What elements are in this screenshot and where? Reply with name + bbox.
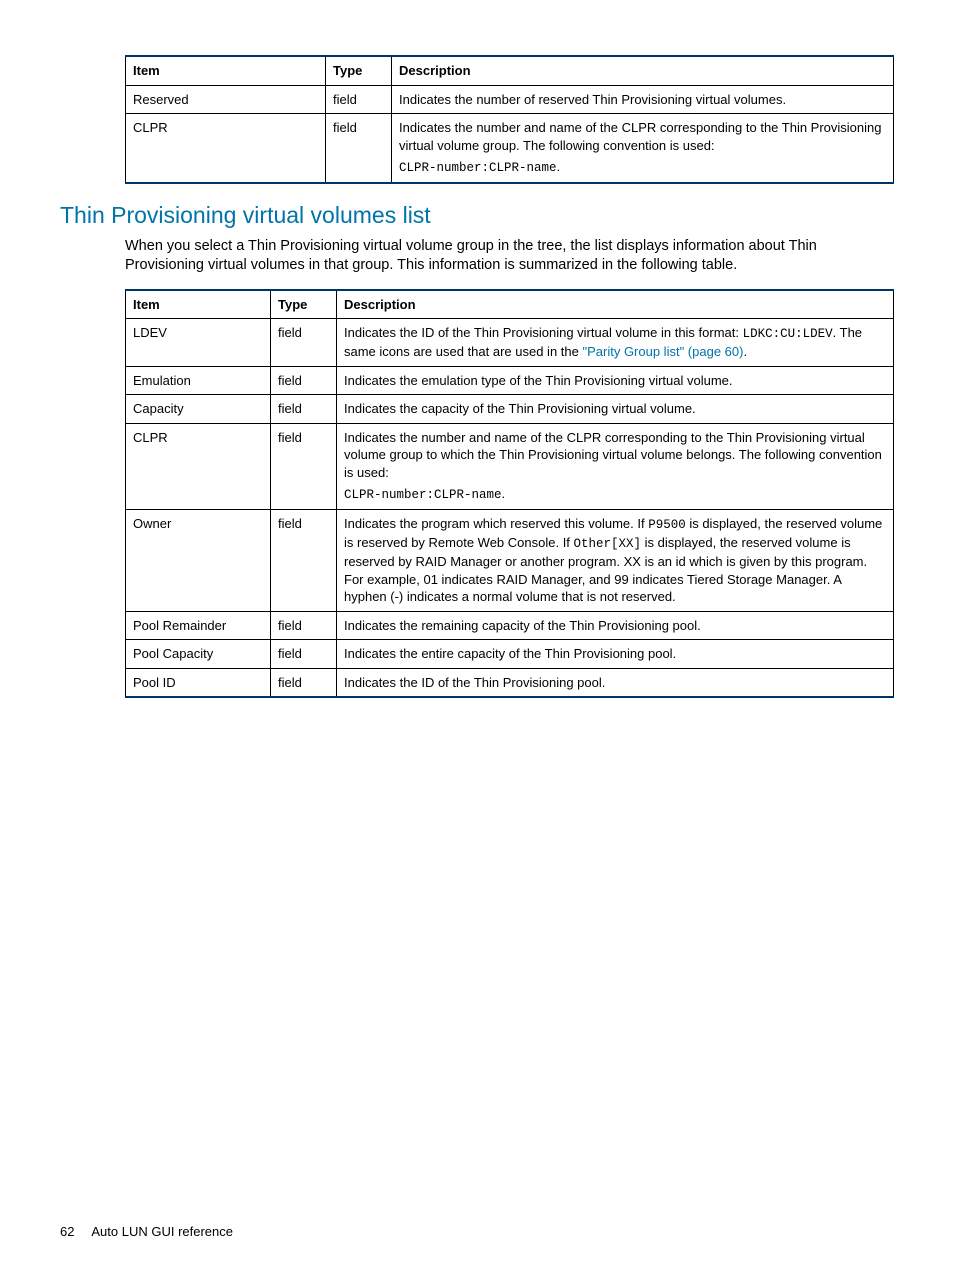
cell-item: Pool Capacity xyxy=(126,640,271,669)
table-row: Pool Remainder field Indicates the remai… xyxy=(126,611,894,640)
table-virtual-volumes: Item Type Description LDEV field Indicat… xyxy=(125,289,894,699)
table-row: Emulation field Indicates the emulation … xyxy=(126,366,894,395)
desc-text: Indicates the number and name of the CLP… xyxy=(399,120,882,153)
cell-type: field xyxy=(271,668,337,697)
col-desc: Description xyxy=(337,290,894,319)
cell-type: field xyxy=(271,510,337,611)
table-row: Owner field Indicates the program which … xyxy=(126,510,894,611)
cell-item: Emulation xyxy=(126,366,271,395)
desc-code: LDKC:CU:LDEV xyxy=(743,327,833,341)
col-item: Item xyxy=(126,56,326,85)
cell-desc: Indicates the number and name of the CLP… xyxy=(337,423,894,510)
cell-item: LDEV xyxy=(126,319,271,366)
cell-item: Owner xyxy=(126,510,271,611)
col-desc: Description xyxy=(392,56,894,85)
desc-text: Indicates the ID of the Thin Provisionin… xyxy=(344,325,743,340)
table-row: Reserved field Indicates the number of r… xyxy=(126,85,894,114)
desc-period: . xyxy=(502,486,506,501)
cell-item: Capacity xyxy=(126,395,271,424)
cell-type: field xyxy=(271,640,337,669)
page-footer: 62 Auto LUN GUI reference xyxy=(60,1224,233,1239)
col-type: Type xyxy=(271,290,337,319)
cell-item: Pool Remainder xyxy=(126,611,271,640)
cell-item: Pool ID xyxy=(126,668,271,697)
table-header-row: Item Type Description xyxy=(126,290,894,319)
table-row: CLPR field Indicates the number and name… xyxy=(126,423,894,510)
table-volume-group: Item Type Description Reserved field Ind… xyxy=(125,55,894,184)
cell-desc: Indicates the entire capacity of the Thi… xyxy=(337,640,894,669)
page-number: 62 xyxy=(60,1224,74,1239)
table-row: Pool ID field Indicates the ID of the Th… xyxy=(126,668,894,697)
cell-desc: Indicates the number and name of the CLP… xyxy=(392,114,894,183)
section-heading: Thin Provisioning virtual volumes list xyxy=(60,202,894,229)
cell-item: CLPR xyxy=(126,114,326,183)
table-row: LDEV field Indicates the ID of the Thin … xyxy=(126,319,894,366)
cell-type: field xyxy=(271,395,337,424)
table-header-row: Item Type Description xyxy=(126,56,894,85)
table-row: Capacity field Indicates the capacity of… xyxy=(126,395,894,424)
cell-type: field xyxy=(271,319,337,366)
desc-period: . xyxy=(557,159,561,174)
cell-desc: Indicates the ID of the Thin Provisionin… xyxy=(337,668,894,697)
col-item: Item xyxy=(126,290,271,319)
desc-code: CLPR-number:CLPR-name xyxy=(399,161,557,175)
section-paragraph: When you select a Thin Provisioning virt… xyxy=(125,237,894,275)
desc-code: P9500 xyxy=(648,518,686,532)
cell-desc: Indicates the ID of the Thin Provisionin… xyxy=(337,319,894,366)
desc-text: Indicates the number and name of the CLP… xyxy=(344,430,882,480)
desc-text: Indicates the program which reserved thi… xyxy=(344,516,648,531)
cell-desc: Indicates the number of reserved Thin Pr… xyxy=(392,85,894,114)
cell-desc: Indicates the emulation type of the Thin… xyxy=(337,366,894,395)
desc-text: . xyxy=(743,344,747,359)
cell-type: field xyxy=(326,114,392,183)
desc-code: CLPR-number:CLPR-name xyxy=(344,488,502,502)
cell-item: CLPR xyxy=(126,423,271,510)
cell-item: Reserved xyxy=(126,85,326,114)
cell-type: field xyxy=(326,85,392,114)
col-type: Type xyxy=(326,56,392,85)
parity-group-link[interactable]: "Parity Group list" (page 60) xyxy=(582,344,743,359)
cell-type: field xyxy=(271,423,337,510)
cell-desc: Indicates the capacity of the Thin Provi… xyxy=(337,395,894,424)
table-row: Pool Capacity field Indicates the entire… xyxy=(126,640,894,669)
cell-type: field xyxy=(271,611,337,640)
cell-desc: Indicates the program which reserved thi… xyxy=(337,510,894,611)
cell-type: field xyxy=(271,366,337,395)
table-row: CLPR field Indicates the number and name… xyxy=(126,114,894,183)
footer-title: Auto LUN GUI reference xyxy=(91,1224,233,1239)
desc-code: Other[XX] xyxy=(574,537,642,551)
cell-desc: Indicates the remaining capacity of the … xyxy=(337,611,894,640)
